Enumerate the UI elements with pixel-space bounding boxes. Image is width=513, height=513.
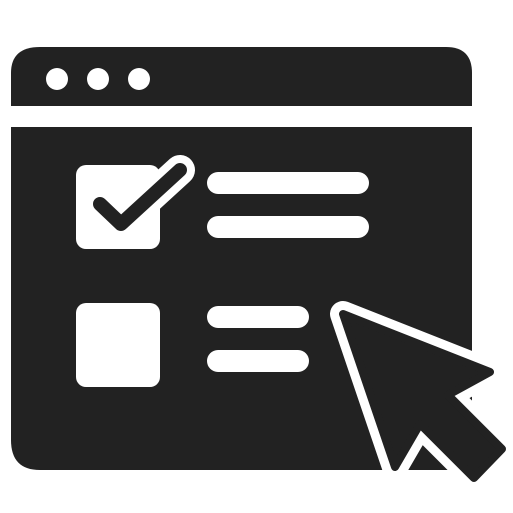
text-line [207, 306, 309, 328]
browser-checklist-cursor-icon [11, 47, 513, 491]
dot-icon [128, 68, 150, 90]
checkbox-unchecked [76, 303, 160, 387]
text-line [207, 172, 369, 194]
text-line [207, 350, 309, 372]
dot-icon [87, 68, 109, 90]
dot-icon [46, 68, 68, 90]
browser-title-bar [11, 47, 472, 106]
text-line [207, 216, 369, 238]
